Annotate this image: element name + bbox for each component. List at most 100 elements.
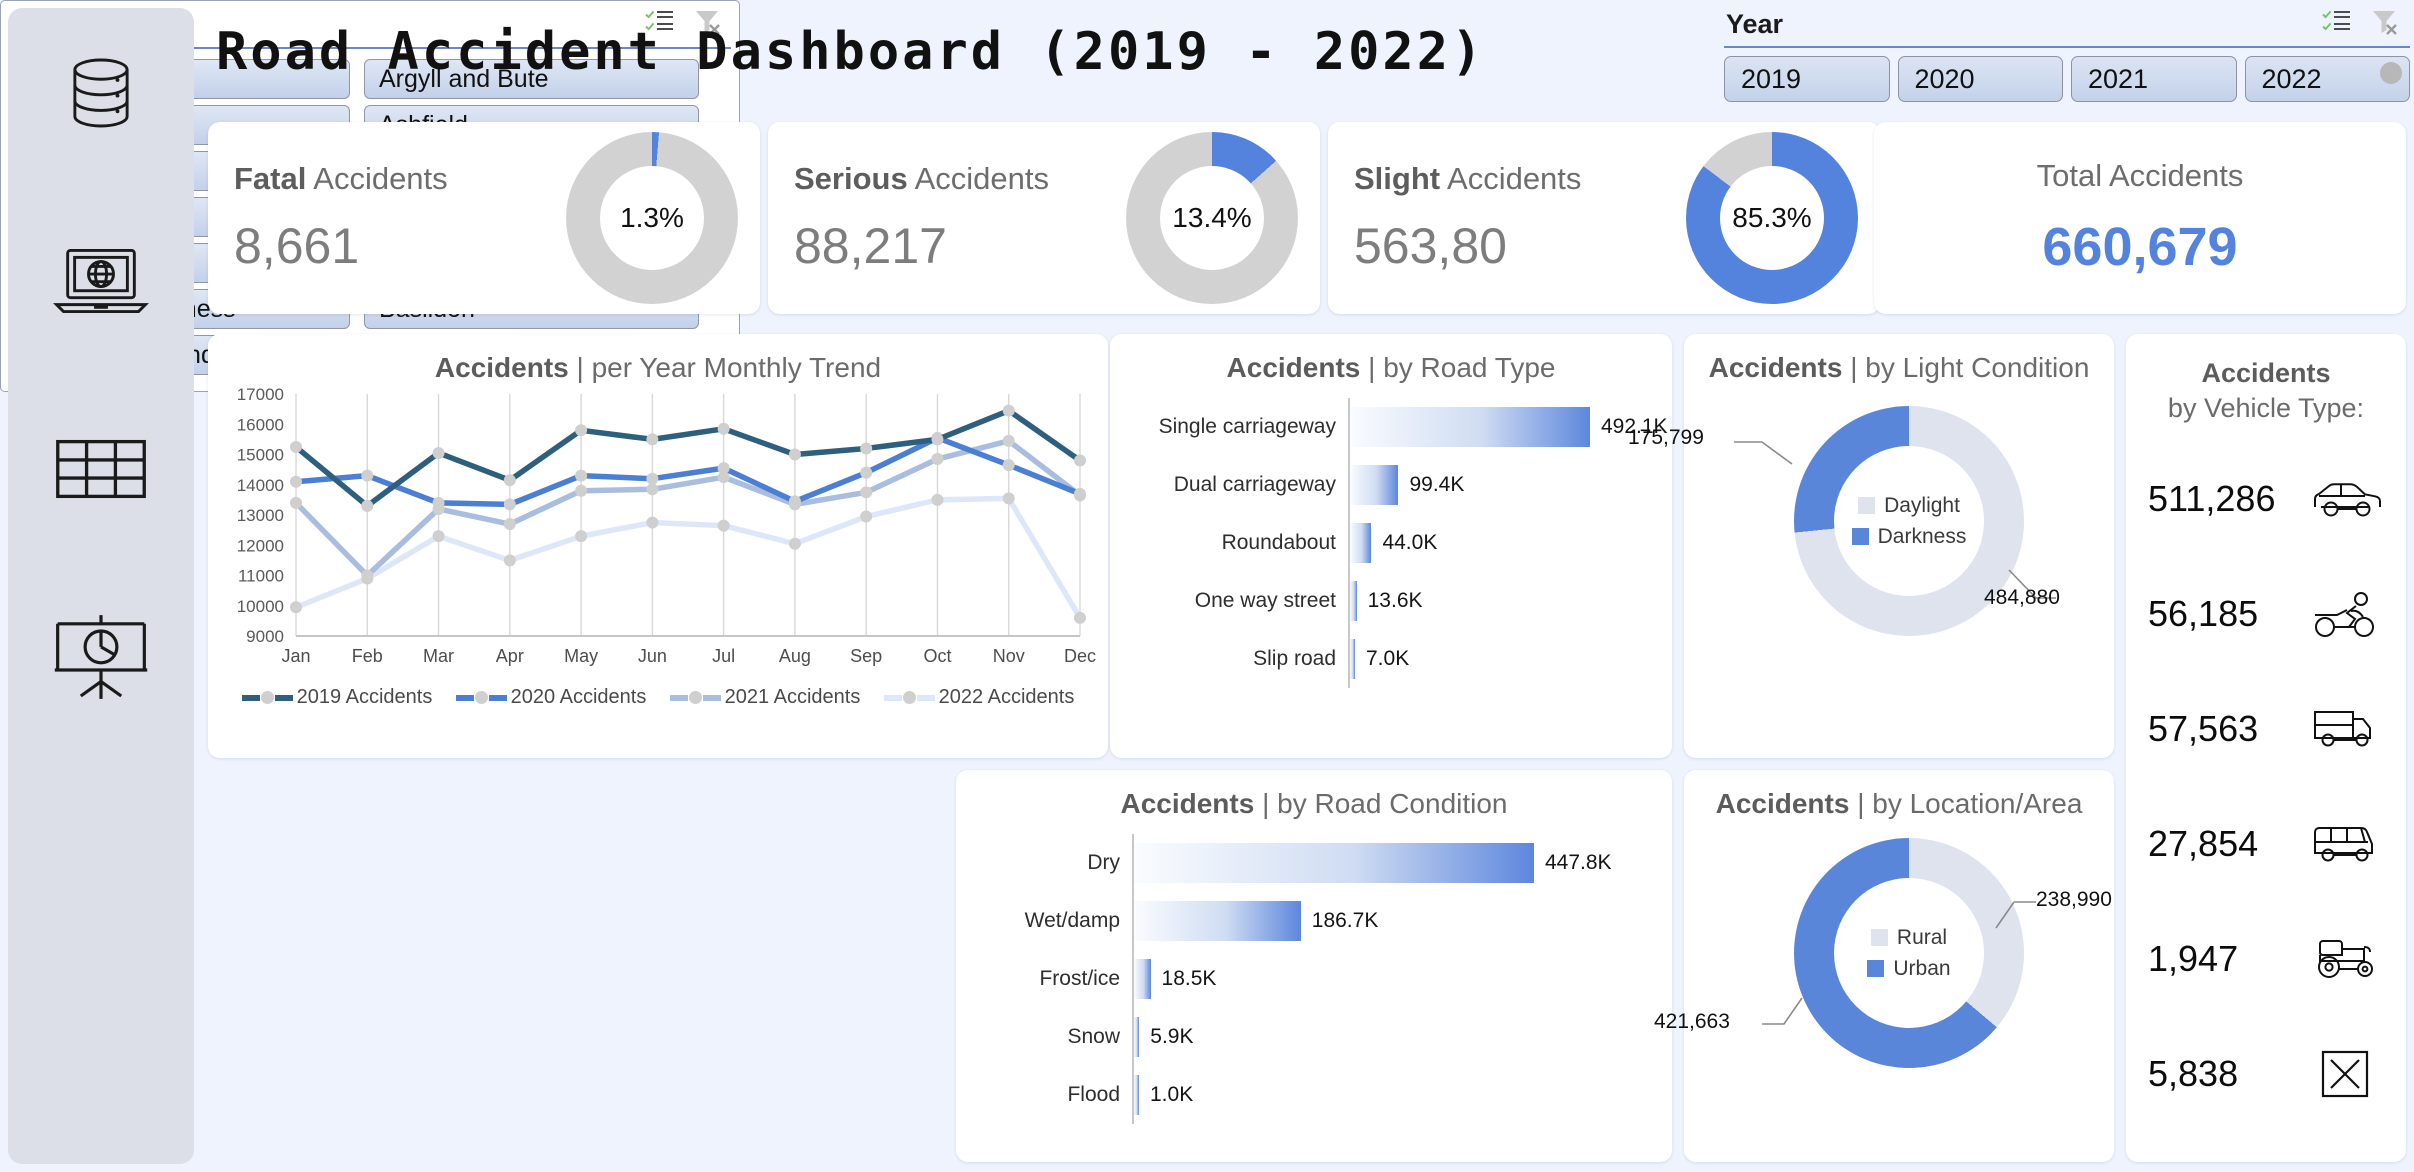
kpi-serious-value: 88,217 (794, 218, 947, 274)
year-option-2021[interactable]: 2021 (2071, 56, 2237, 102)
legend-item-2021[interactable]: 2021 Accidents (669, 686, 861, 709)
bar-value-label: 13.6K (1367, 589, 1423, 612)
bar-track: 186.7K (1132, 892, 1672, 950)
bar-row[interactable]: Wet/damp 186.7K (956, 892, 1672, 950)
line-marker (575, 469, 588, 482)
bar-value-label: 1.0K (1150, 1083, 1194, 1106)
kpi-card-total[interactable]: Total Accidents 660,679 (1874, 122, 2406, 314)
chart-by-location-area-title: Accidents | by Location/Area (1715, 788, 2083, 819)
bar-category-label: Dual carriageway (1173, 473, 1336, 496)
bar-track: 7.0K (1348, 630, 1672, 688)
chart-by-road-condition-bars: Dry 447.8K Wet/damp 186.7K Frost/ice 18.5K Sno… (956, 820, 1672, 1124)
line-marker (290, 496, 302, 509)
vehicle-row-truck: 57,563 (2126, 671, 2406, 786)
bar-row[interactable]: Single carriageway 492.1K (1110, 398, 1672, 456)
legend-item-2019[interactable]: 2019 Accidents (241, 686, 432, 709)
line-marker (575, 424, 588, 437)
legend-item-2020[interactable]: 2020 Accidents (455, 686, 646, 709)
bar-track: 13.6K (1348, 572, 1672, 630)
kpi-card-fatal[interactable]: Fatal Accidents 8,661 1.3% (208, 122, 760, 314)
x-axis-tick: Feb (352, 646, 383, 666)
multi-select-icon[interactable] (2322, 9, 2352, 40)
chart-by-light-condition[interactable]: Accidents | by Light Condition Daylight … (1628, 334, 2114, 758)
line-marker (860, 510, 873, 523)
line-marker (575, 484, 588, 497)
line-marker (432, 530, 445, 543)
chart-monthly-trend-plot: 9000 10000 11000 12000 13000 14000 15000 16000 1… (208, 384, 1108, 684)
line-marker (1074, 454, 1086, 467)
bar-row[interactable]: Slip road 7.0K (1110, 630, 1672, 688)
line-marker (1002, 404, 1015, 417)
sidebar-item-table[interactable] (41, 414, 161, 524)
line-marker (1002, 434, 1015, 447)
truck-icon (2308, 701, 2382, 757)
kpi-slight-label: Slight Accidents (1354, 161, 1582, 196)
clear-filter-icon[interactable] (2370, 8, 2400, 41)
x-axis-tick: Mar (423, 646, 454, 666)
car-icon (2308, 471, 2382, 527)
line-marker (788, 495, 801, 508)
chart-by-location-area[interactable]: Accidents | by Location/Area Rural Urban… (1654, 770, 2114, 1162)
legend-swatch-2019 (241, 694, 260, 701)
year-slicer-items: 2019 2020 2021 2022 (1722, 48, 2412, 102)
legend-label-2021: 2021 Accidents (724, 686, 861, 708)
kpi-slight-text: Slight Accidents 563,80 (1328, 161, 1686, 275)
bar-row[interactable]: Roundabout 44.0K (1110, 514, 1672, 572)
bar-value-label: 5.9K (1150, 1025, 1194, 1048)
sidebar-item-web[interactable] (41, 226, 161, 336)
vehicle-value-motorcycle: 56,185 (2148, 592, 2259, 634)
chart-by-road-type[interactable]: Accidents | by Road Type Single carriage… (1110, 334, 1672, 758)
y-axis-tick: 9000 (246, 627, 284, 646)
legend-item-2022[interactable]: 2022 Accidents (883, 686, 1074, 709)
kpi-fatal-label: Fatal Accidents (234, 161, 448, 196)
x-axis-tick: Apr (496, 646, 524, 666)
vehicle-row-bus: 27,854 (2126, 786, 2406, 901)
bar-row[interactable]: Flood 1.0K (956, 1066, 1672, 1124)
total-accidents-value: 660,679 (2042, 217, 2238, 277)
bar-track: 447.8K (1132, 834, 1672, 892)
year-option-2019[interactable]: 2019 (1724, 56, 1890, 102)
bar-category-label: One way street (1194, 589, 1336, 612)
bar-row[interactable]: Frost/ice 18.5K (956, 950, 1672, 1008)
light-condition-value-darkness: 175,799 (1628, 426, 1704, 449)
sidebar-item-report[interactable] (41, 602, 161, 712)
vehicle-row-motorcycle: 56,185 (2126, 556, 2406, 671)
bar-row[interactable]: One way street 13.6K (1110, 572, 1672, 630)
line-marker (290, 475, 302, 488)
panel-by-vehicle-type[interactable]: Accidents by Vehicle Type: 511,286 56,18… (2126, 334, 2406, 1162)
line-marker (646, 516, 659, 529)
sidebar-item-database[interactable] (41, 38, 161, 148)
kpi-card-serious[interactable]: Serious Accidents 88,217 13.4% (768, 122, 1320, 314)
line-marker (361, 469, 374, 482)
year-option-2020[interactable]: 2020 (1897, 56, 2063, 102)
district-slicer-scrollbar[interactable] (2380, 62, 2402, 84)
chart-by-road-condition[interactable]: Accidents | by Road Condition Dry 447.8K W… (956, 770, 1672, 1162)
y-axis-tick: 16000 (237, 415, 284, 434)
line-marker (860, 486, 873, 499)
bar-fill (1350, 581, 1357, 621)
legend-dot-2020 (474, 691, 488, 704)
kpi-slight-value: 563,80 (1354, 218, 1507, 274)
bar-category-label: Dry (1087, 851, 1120, 874)
x-axis-tick: Oct (923, 646, 951, 666)
y-axis-tick: 11000 (238, 567, 284, 586)
year-slicer-header: Year (1722, 2, 2412, 46)
chart-by-road-type-title: Accidents | by Road Type (1226, 352, 1556, 383)
line-marker (717, 422, 730, 435)
chart-monthly-trend[interactable]: Accidents | per Year Monthly Trend 9000 1… (208, 334, 1108, 758)
year-slicer-tools (2322, 8, 2400, 41)
bar-value-label: 7.0K (1366, 647, 1410, 670)
vehicle-value-tractor: 1,947 (2148, 937, 2239, 979)
bar-row[interactable]: Dual carriageway 99.4K (1110, 456, 1672, 514)
bar-category-label: Roundabout (1221, 531, 1336, 554)
bar-value-label: 186.7K (1311, 909, 1379, 932)
bar-row[interactable]: Dry 447.8K (956, 834, 1672, 892)
y-axis-tick: 15000 (237, 446, 284, 465)
kpi-card-slight[interactable]: Slight Accidents 563,80 85.3% (1328, 122, 1880, 314)
y-axis-tick: 13000 (237, 506, 284, 525)
bar-value-label: 447.8K (1545, 851, 1612, 874)
bar-fill (1134, 1075, 1139, 1115)
legend-swatch-2022 (883, 694, 902, 701)
bar-row[interactable]: Snow 5.9K (956, 1008, 1672, 1066)
bar-fill (1134, 1017, 1140, 1057)
